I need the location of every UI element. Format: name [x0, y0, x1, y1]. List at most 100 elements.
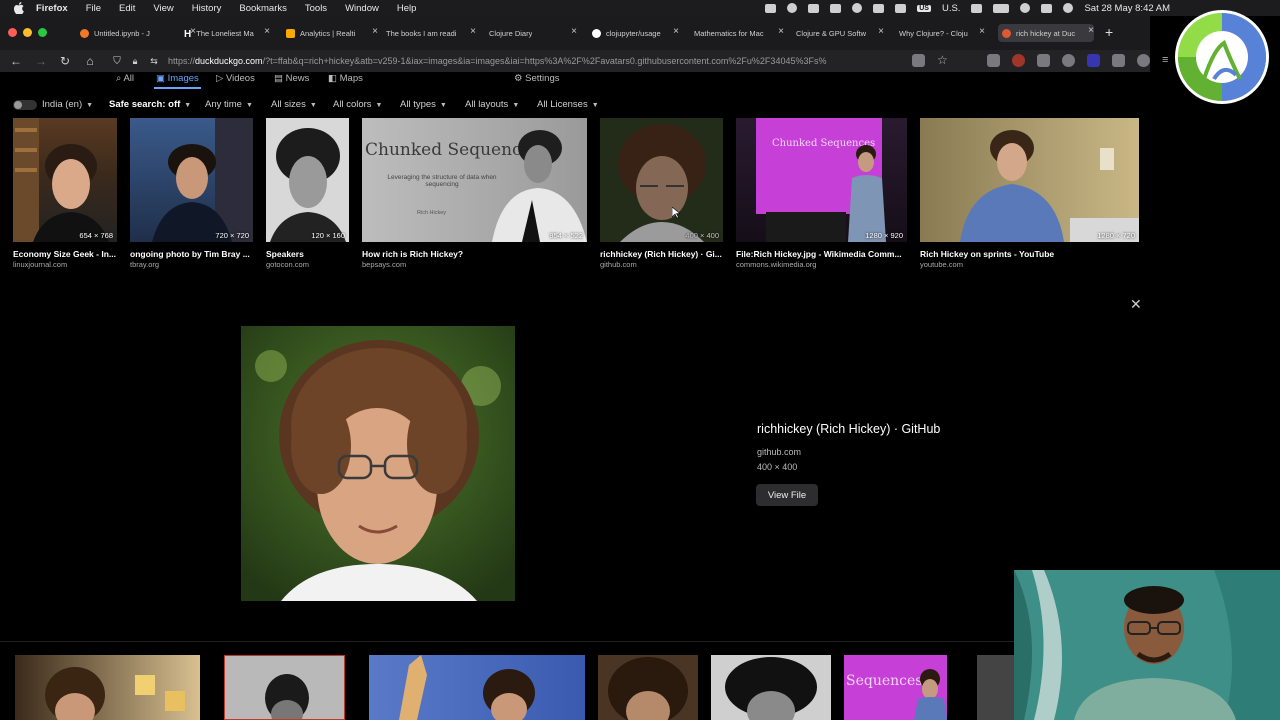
- control-center-icon[interactable]: [1041, 3, 1053, 13]
- url-bar[interactable]: https://duckduckgo.com/?t=ffab&q=rich+hi…: [168, 52, 963, 70]
- result-image-bottom-7[interactable]: [977, 655, 1017, 720]
- minimize-window-button[interactable]: [23, 28, 32, 37]
- tab-close-icon[interactable]: ×: [1086, 25, 1094, 36]
- home-icon[interactable]: ⌂: [82, 53, 98, 69]
- result-image-4[interactable]: Chunked Sequences Leveraging the structu…: [362, 118, 587, 242]
- bird-icon[interactable]: [830, 3, 842, 13]
- menu-tools[interactable]: Tools: [305, 3, 327, 14]
- result-source[interactable]: gotocon.com: [266, 260, 309, 269]
- region-toggle[interactable]: [13, 100, 37, 110]
- tab-news[interactable]: ▤ News: [274, 73, 309, 84]
- result-source[interactable]: linuxjournal.com: [13, 260, 67, 269]
- result-image-bottom-2[interactable]: [224, 655, 345, 720]
- result-source[interactable]: github.com: [600, 260, 637, 269]
- bookmark-star-icon[interactable]: ☆: [937, 54, 950, 67]
- extension-s-icon[interactable]: [1012, 54, 1025, 67]
- result-title[interactable]: Economy Size Geek - In...: [13, 249, 117, 259]
- menubar-clock[interactable]: Sat 28 May 8:42 AM: [1084, 3, 1170, 14]
- tab-close-icon[interactable]: ×: [569, 26, 577, 37]
- tab-close-icon[interactable]: ×: [876, 26, 884, 37]
- search-icon[interactable]: [1020, 3, 1031, 13]
- result-source[interactable]: youtube.com: [920, 260, 963, 269]
- tab-clojupyter[interactable]: clojupyter/usage ×: [592, 25, 679, 41]
- screen-record-icon[interactable]: [852, 3, 863, 13]
- menu-history[interactable]: History: [192, 3, 222, 14]
- time-filter[interactable]: Any time ▼: [205, 99, 253, 110]
- extension-gear-icon[interactable]: [1137, 54, 1150, 67]
- result-image-bottom-4[interactable]: [598, 655, 698, 720]
- forward-arrow-icon[interactable]: →: [33, 53, 49, 69]
- result-image-7[interactable]: 1280 × 720: [920, 118, 1139, 242]
- tab-videos[interactable]: ▷ Videos: [216, 73, 255, 84]
- tab-rich-hickey-active[interactable]: rich hickey at Duc ×: [998, 24, 1094, 42]
- tab-clojure-gpu[interactable]: Clojure & GPU Softw ×: [796, 25, 884, 41]
- apple-menu-icon[interactable]: [12, 1, 26, 15]
- view-file-button[interactable]: View File: [756, 484, 818, 506]
- color-filter[interactable]: All colors ▼: [333, 99, 382, 110]
- region-filter[interactable]: India (en) ▼: [42, 99, 93, 110]
- tab-mathematics[interactable]: Mathematics for Mac ×: [694, 25, 784, 41]
- result-image-bottom-3[interactable]: [369, 655, 585, 720]
- size-filter[interactable]: All sizes ▼: [271, 99, 317, 110]
- result-source[interactable]: commons.wikimedia.org: [736, 260, 816, 269]
- result-image-bottom-1[interactable]: [15, 655, 200, 720]
- result-image-2[interactable]: 720 × 720: [130, 118, 253, 242]
- license-filter[interactable]: All Licenses ▼: [537, 99, 599, 110]
- layout-filter[interactable]: All layouts ▼: [465, 99, 519, 110]
- menu-file[interactable]: File: [86, 3, 101, 14]
- menu-help[interactable]: Help: [397, 3, 417, 14]
- battery-icon[interactable]: [993, 3, 1010, 13]
- menu-edit[interactable]: Edit: [119, 3, 135, 14]
- result-image-bottom-5[interactable]: [711, 655, 831, 720]
- tab-settings[interactable]: ⚙ Settings: [514, 73, 559, 84]
- menu-app-name[interactable]: Firefox: [36, 3, 68, 14]
- tab-close-icon[interactable]: ×: [977, 26, 985, 37]
- dropbox-icon[interactable]: [765, 3, 777, 13]
- detail-source[interactable]: github.com: [757, 447, 801, 457]
- zoom-window-button[interactable]: [38, 28, 47, 37]
- tab-close-icon[interactable]: ×: [370, 26, 378, 37]
- back-arrow-icon[interactable]: ←: [8, 53, 24, 69]
- menu-view[interactable]: View: [153, 3, 173, 14]
- extension-grid-icon[interactable]: [1037, 54, 1050, 67]
- siri-icon[interactable]: [1063, 3, 1074, 13]
- tab-images[interactable]: ▣ Images: [154, 73, 201, 89]
- safe-search-filter[interactable]: Safe search: off ▼: [109, 99, 191, 110]
- evernote-icon[interactable]: [808, 3, 820, 13]
- detail-title[interactable]: richhickey (Rich Hickey) · GitHub: [757, 422, 940, 436]
- result-image-1[interactable]: 654 × 768: [13, 118, 117, 242]
- tab-close-icon[interactable]: ×: [776, 26, 784, 37]
- mail-icon[interactable]: [873, 3, 885, 13]
- download-icon[interactable]: [987, 54, 1000, 67]
- tab-close-icon[interactable]: ×: [468, 26, 476, 37]
- result-image-5[interactable]: 400 × 400: [600, 118, 723, 242]
- result-title[interactable]: Rich Hickey on sprints - YouTube: [920, 249, 1139, 259]
- bluetooth-icon[interactable]: [895, 3, 907, 13]
- tab-close-icon[interactable]: ×: [262, 26, 270, 37]
- lock-icon[interactable]: 🔒︎: [127, 53, 143, 69]
- result-title[interactable]: File:Rich Hickey.jpg - Wikimedia Comm...: [736, 249, 907, 259]
- result-title[interactable]: ongoing photo by Tim Bray ...: [130, 249, 253, 259]
- result-source[interactable]: bepsays.com: [362, 260, 406, 269]
- shield-icon[interactable]: ⛉: [109, 53, 125, 69]
- reload-icon[interactable]: ↻: [57, 53, 73, 69]
- detail-preview-image[interactable]: [241, 326, 515, 601]
- wifi-icon[interactable]: [971, 3, 983, 13]
- result-source[interactable]: tbray.org: [130, 260, 159, 269]
- result-title[interactable]: richhickey (Rich Hickey) · Gi...: [600, 249, 723, 259]
- result-image-bottom-6[interactable]: Sequences: [844, 655, 947, 720]
- close-detail-icon[interactable]: ✕: [1130, 296, 1142, 313]
- result-image-3[interactable]: 120 × 160: [266, 118, 349, 242]
- airplay-icon[interactable]: [787, 3, 798, 13]
- type-filter[interactable]: All types ▼: [400, 99, 447, 110]
- menu-bookmarks[interactable]: Bookmarks: [239, 3, 287, 14]
- menu-window[interactable]: Window: [345, 3, 379, 14]
- tab-all[interactable]: ⌕ All: [116, 73, 134, 84]
- extension-avatar-icon[interactable]: [1062, 54, 1075, 67]
- tab-books[interactable]: The books I am readi ×: [386, 25, 476, 41]
- tab-why-clojure[interactable]: Why Clojure? - Cloju ×: [899, 25, 985, 41]
- tab-analytics[interactable]: Analytics | Realti ×: [286, 25, 378, 41]
- close-window-button[interactable]: [8, 28, 17, 37]
- tab-close-icon[interactable]: ×: [671, 26, 679, 37]
- tab-loneliest[interactable]: H The Loneliest Ma ×: [184, 25, 270, 41]
